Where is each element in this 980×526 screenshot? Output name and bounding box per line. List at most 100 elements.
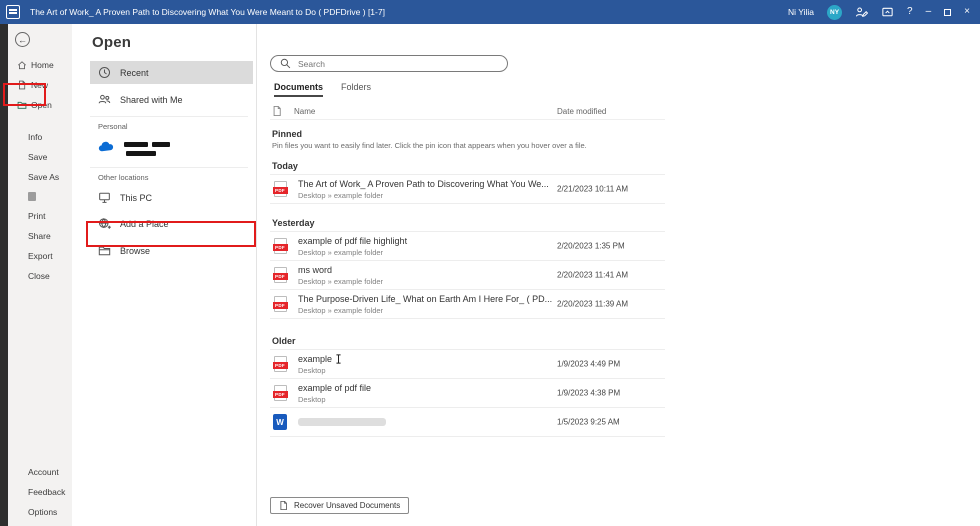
file-location: Desktop bbox=[298, 395, 371, 404]
section-label-older: Older bbox=[272, 336, 665, 346]
sidebar-item-close[interactable]: Close bbox=[8, 266, 72, 286]
pdf-file-icon: PDF bbox=[272, 385, 288, 401]
location-label: This PC bbox=[120, 193, 152, 203]
search-icon bbox=[280, 58, 291, 69]
sidebar-item-label: Feedback bbox=[28, 487, 65, 497]
tab-documents[interactable]: Documents bbox=[274, 82, 323, 97]
pdf-file-icon: PDF bbox=[272, 296, 288, 312]
search-input[interactable] bbox=[298, 59, 498, 69]
close-button[interactable]: × bbox=[964, 7, 970, 17]
file-row[interactable]: PDF The Purpose-Driven Life_ What on Ear… bbox=[270, 290, 665, 319]
maximize-button[interactable] bbox=[944, 9, 951, 16]
sidebar-item-label: Save bbox=[28, 152, 47, 162]
file-name: The Art of Work_ A Proven Path to Discov… bbox=[298, 179, 549, 189]
onedrive-cloud-icon bbox=[98, 140, 115, 153]
location-shared-with-me[interactable]: Shared with Me bbox=[90, 88, 253, 111]
section-label-yesterday: Yesterday bbox=[272, 218, 665, 228]
file-row[interactable]: W 1/5/2023 9:25 AM bbox=[270, 408, 665, 437]
file-date-modified: 2/20/2023 11:39 AM bbox=[557, 300, 628, 309]
sidebar-item-home[interactable]: Home bbox=[8, 55, 72, 75]
user-name[interactable]: Ni Yilia bbox=[788, 7, 814, 17]
redacted-account-text bbox=[124, 140, 170, 156]
file-date-modified: 1/9/2023 4:49 PM bbox=[557, 360, 620, 369]
redacted-file-name bbox=[298, 418, 386, 426]
word-file-icon: W bbox=[272, 414, 288, 430]
recover-unsaved-documents-button[interactable]: Recover Unsaved Documents bbox=[270, 497, 409, 514]
backstage-sidebar: ← Home New Open Info Save Save As Print … bbox=[8, 24, 72, 526]
new-document-icon bbox=[17, 80, 27, 90]
sidebar-item-label: Save As bbox=[28, 172, 59, 182]
file-location: Desktop » example folder bbox=[298, 248, 407, 257]
file-date-modified: 2/20/2023 1:35 PM bbox=[557, 242, 625, 251]
file-row[interactable]: PDF ms word Desktop » example folder 2/2… bbox=[270, 261, 665, 290]
document-icon bbox=[272, 105, 282, 117]
sidebar-item-export[interactable]: Export bbox=[8, 246, 72, 266]
sidebar-item-label: Share bbox=[28, 231, 51, 241]
sidebar-item-label: New bbox=[31, 80, 48, 90]
ribbon-display-options-icon[interactable] bbox=[881, 6, 894, 19]
divider bbox=[90, 167, 248, 168]
open-folder-icon bbox=[17, 100, 27, 110]
adobe-pdf-icon bbox=[28, 192, 36, 201]
file-location: Desktop » example folder bbox=[298, 191, 549, 200]
pdf-file-icon: PDF bbox=[272, 181, 288, 197]
word-app-icon bbox=[6, 5, 20, 19]
help-button[interactable]: ? bbox=[907, 7, 913, 17]
sidebar-item-options[interactable]: Options bbox=[8, 502, 72, 522]
tab-folders[interactable]: Folders bbox=[341, 82, 371, 97]
file-list: Name Date modified Pinned Pin files you … bbox=[270, 103, 665, 437]
file-name: example of pdf file highlight bbox=[298, 236, 407, 246]
divider bbox=[90, 116, 248, 117]
sidebar-item-new[interactable]: New bbox=[8, 75, 72, 95]
document-icon bbox=[279, 500, 288, 511]
pdf-file-icon: PDF bbox=[272, 356, 288, 372]
home-icon bbox=[17, 60, 27, 70]
user-edit-icon[interactable] bbox=[855, 6, 868, 19]
location-recent[interactable]: Recent bbox=[90, 61, 253, 84]
sidebar-item-open[interactable]: Open bbox=[8, 95, 72, 115]
location-browse[interactable]: Browse bbox=[90, 239, 253, 262]
file-tabs: Documents Folders bbox=[274, 82, 980, 97]
file-location: Desktop » example folder bbox=[298, 306, 552, 315]
sidebar-item-save-as-adobe-pdf[interactable] bbox=[8, 187, 72, 206]
file-row[interactable]: PDF example Desktop 1/9/2023 4:49 PM bbox=[270, 350, 665, 379]
location-label: Shared with Me bbox=[120, 95, 183, 105]
search-box[interactable] bbox=[270, 55, 508, 72]
recent-files-panel: Documents Folders Name Date modified Pin… bbox=[257, 24, 980, 526]
sidebar-item-label: Export bbox=[28, 251, 53, 261]
back-button[interactable]: ← bbox=[15, 32, 30, 47]
file-row[interactable]: PDF The Art of Work_ A Proven Path to Di… bbox=[270, 175, 665, 204]
location-this-pc[interactable]: This PC bbox=[90, 186, 253, 209]
column-header-date-modified[interactable]: Date modified bbox=[557, 107, 606, 116]
sidebar-item-label: Info bbox=[28, 132, 42, 142]
monitor-icon bbox=[98, 191, 111, 204]
pdf-file-icon: PDF bbox=[272, 238, 288, 254]
file-row[interactable]: PDF example of pdf file Desktop 1/9/2023… bbox=[270, 379, 665, 408]
sidebar-item-account[interactable]: Account bbox=[8, 462, 72, 482]
location-label: Browse bbox=[120, 246, 150, 256]
sidebar-item-share[interactable]: Share bbox=[8, 226, 72, 246]
file-name: ms word bbox=[298, 265, 383, 275]
avatar[interactable]: NY bbox=[827, 5, 842, 20]
location-label: Recent bbox=[120, 68, 149, 78]
sidebar-item-feedback[interactable]: Feedback bbox=[8, 482, 72, 502]
sidebar-item-label: Home bbox=[31, 60, 54, 70]
sidebar-item-print[interactable]: Print bbox=[8, 206, 72, 226]
column-header-name[interactable]: Name bbox=[294, 107, 315, 116]
sidebar-item-label: Close bbox=[28, 271, 50, 281]
text-cursor-icon bbox=[335, 354, 342, 364]
file-date-modified: 2/20/2023 11:41 AM bbox=[557, 271, 628, 280]
minimize-button[interactable]: – bbox=[926, 7, 932, 17]
sidebar-item-info[interactable]: Info bbox=[8, 127, 72, 147]
sidebar-item-label: Options bbox=[28, 507, 57, 517]
location-add-a-place[interactable]: Add a Place bbox=[90, 212, 253, 235]
location-onedrive[interactable] bbox=[90, 135, 256, 162]
file-name: example of pdf file bbox=[298, 383, 371, 393]
location-label: Add a Place bbox=[120, 219, 169, 229]
sidebar-item-save-as[interactable]: Save As bbox=[8, 167, 72, 187]
section-label-pinned: Pinned bbox=[272, 129, 665, 139]
pdf-file-icon: PDF bbox=[272, 267, 288, 283]
section-label-today: Today bbox=[272, 161, 665, 171]
sidebar-item-save[interactable]: Save bbox=[8, 147, 72, 167]
file-row[interactable]: PDF example of pdf file highlight Deskto… bbox=[270, 232, 665, 261]
